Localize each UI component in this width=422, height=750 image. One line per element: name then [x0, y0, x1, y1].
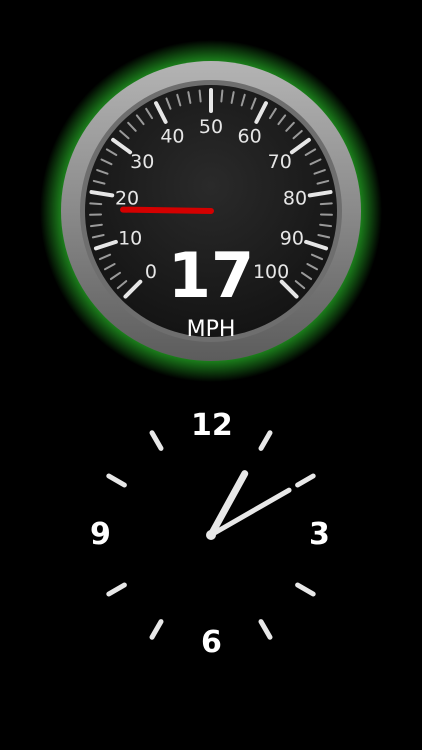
gauge-scale-label: 80 [283, 188, 307, 210]
clock-hour-tick [295, 582, 316, 597]
clock-numeral-12: 12 [191, 408, 233, 443]
clock-hour-tick [149, 430, 164, 451]
gauge-minor-tick [319, 202, 333, 206]
gauge-minor-tick [220, 89, 224, 103]
gauge-minor-tick [319, 223, 333, 228]
gauge-scale-label: 60 [237, 125, 261, 147]
gauge-scale-label: 50 [199, 116, 223, 138]
gauge-scale-label: 30 [130, 151, 154, 173]
clock-hour-tick [258, 619, 273, 640]
gauge-scale-label: 20 [115, 188, 139, 210]
speed-readout: 17 [167, 239, 255, 312]
gauge-minor-tick [89, 202, 103, 206]
clock-hour-tick [258, 430, 273, 451]
gauge-minor-tick [89, 223, 103, 228]
speed-unit-label: MPH [186, 317, 236, 342]
clock-numeral-3: 3 [309, 517, 330, 552]
gauge-scale-label: 70 [268, 151, 292, 173]
gauge-scale-label: 40 [160, 125, 184, 147]
gauge-minor-tick [198, 89, 202, 103]
clock-numeral-6: 6 [201, 625, 222, 660]
analog-clock: 12 3 6 9 [90, 405, 332, 665]
clock-center-pin [206, 530, 216, 540]
clock-numeral-9: 9 [90, 517, 111, 552]
clock-hour-tick [106, 473, 127, 488]
speed-needle [120, 206, 214, 214]
clock-hour-tick [149, 619, 164, 640]
clock-hour-tick [295, 473, 316, 488]
speedometer-gauge: 0 10 20 30 40 50 60 70 80 90 100 17 MPH [40, 40, 382, 382]
clock-hour-tick [106, 582, 127, 597]
